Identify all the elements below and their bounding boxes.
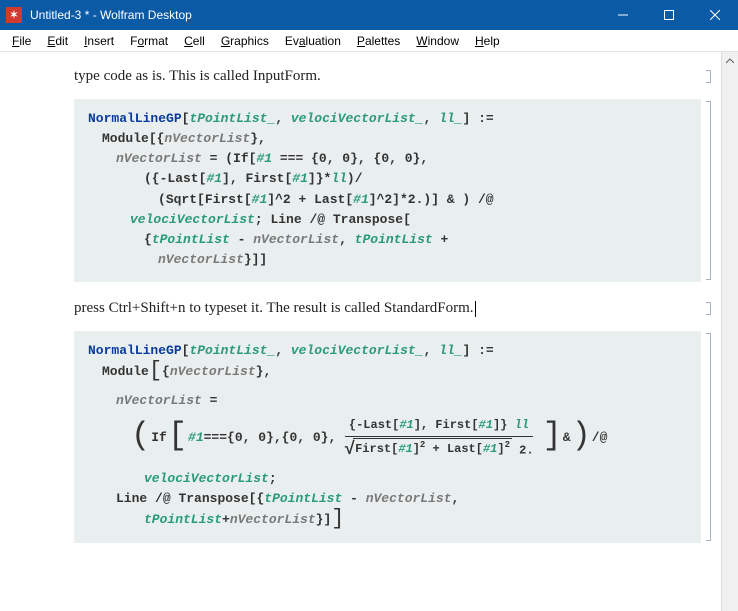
window-controls <box>600 0 738 30</box>
menu-help[interactable]: Help <box>467 32 508 50</box>
menubar: File Edit Insert Format Cell Graphics Ev… <box>0 30 738 52</box>
text-cell-2[interactable]: press Ctrl+Shift+n to typeset it. The re… <box>74 300 701 317</box>
window-title: Untitled-3 * - Wolfram Desktop <box>30 8 600 22</box>
minimize-button[interactable] <box>600 0 646 30</box>
content-area: type code as is. This is called InputFor… <box>0 52 738 611</box>
close-button[interactable] <box>692 0 738 30</box>
code-cell-inputform[interactable]: NormalLineGP[tPointList_, velociVectorLi… <box>74 99 701 282</box>
code-cell-standardform[interactable]: NormalLineGP[tPointList_, velociVectorLi… <box>74 331 701 543</box>
app-icon: ✶ <box>6 7 22 23</box>
menu-format[interactable]: Format <box>122 32 176 50</box>
vertical-scrollbar[interactable] <box>721 52 738 611</box>
menu-graphics[interactable]: Graphics <box>213 32 277 50</box>
text-cell-1[interactable]: type code as is. This is called InputFor… <box>74 68 701 85</box>
menu-evaluation[interactable]: Evaluation <box>277 32 349 50</box>
menu-file[interactable]: File <box>4 32 39 50</box>
maximize-button[interactable] <box>646 0 692 30</box>
text-caret <box>475 301 476 317</box>
titlebar: ✶ Untitled-3 * - Wolfram Desktop <box>0 0 738 30</box>
menu-palettes[interactable]: Palettes <box>349 32 408 50</box>
menu-window[interactable]: Window <box>408 32 467 50</box>
menu-insert[interactable]: Insert <box>76 32 122 50</box>
scroll-up-icon[interactable] <box>722 52 738 69</box>
menu-edit[interactable]: Edit <box>39 32 76 50</box>
notebook[interactable]: type code as is. This is called InputFor… <box>0 52 721 611</box>
menu-cell[interactable]: Cell <box>176 32 213 50</box>
